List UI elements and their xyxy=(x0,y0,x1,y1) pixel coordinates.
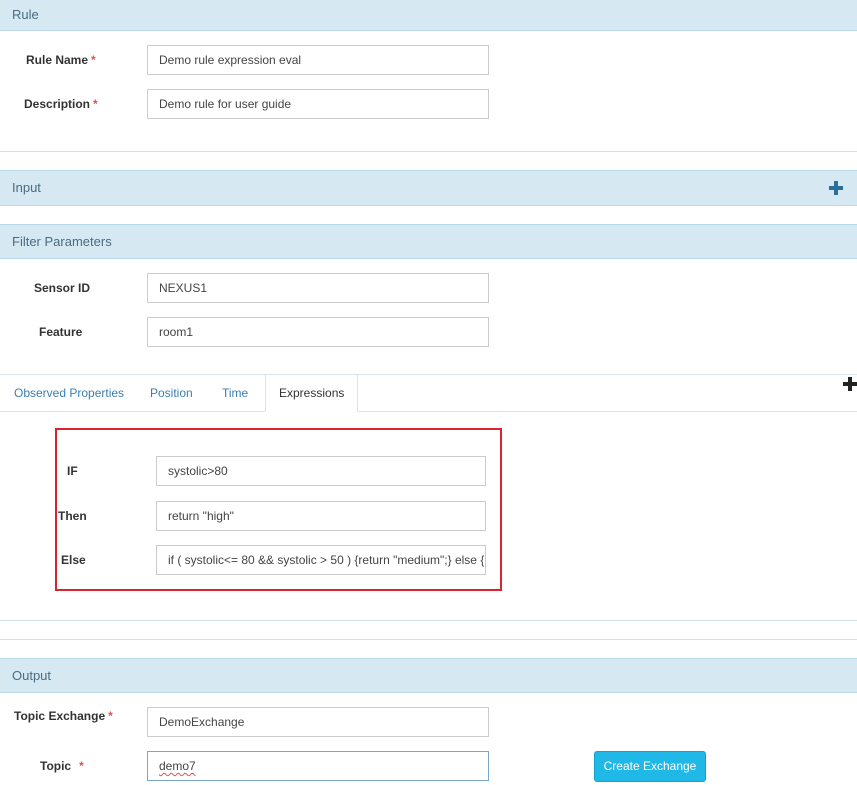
feature-label: Feature xyxy=(39,325,82,339)
output-section-header: Output xyxy=(0,658,857,693)
rule-section-header: Rule xyxy=(0,0,857,31)
rule-name-input[interactable]: Demo rule expression eval xyxy=(147,45,489,75)
then-label: Then xyxy=(58,509,87,523)
required-mark: * xyxy=(91,53,96,67)
topic-input[interactable]: demo7 xyxy=(147,751,489,781)
output-section-title: Output xyxy=(12,668,52,683)
description-label-text: Description xyxy=(24,97,91,111)
sensor-id-value: NEXUS1 xyxy=(159,281,208,295)
plus-icon[interactable] xyxy=(829,181,843,195)
required-mark: * xyxy=(93,97,98,111)
description-label: Description * xyxy=(24,97,98,111)
required-mark: * xyxy=(79,759,84,773)
topic-exchange-input[interactable]: DemoExchange xyxy=(147,707,489,737)
sensor-id-label-text: Sensor ID xyxy=(34,281,91,295)
rule-section-title: Rule xyxy=(12,7,39,22)
rule-name-label: Rule Name * xyxy=(26,53,96,67)
required-mark: * xyxy=(108,709,113,723)
rule-panel-divider xyxy=(0,151,857,152)
rule-name-label-text: Rule Name xyxy=(26,53,89,67)
add-tab-plus-icon[interactable] xyxy=(843,377,857,391)
sensor-id-label: Sensor ID xyxy=(34,281,90,295)
tab-expressions[interactable]: Expressions xyxy=(265,374,359,412)
tab-time[interactable]: Time xyxy=(222,375,248,412)
description-value: Demo rule for user guide xyxy=(159,97,292,111)
then-expression-input[interactable]: return "high" xyxy=(156,501,486,531)
else-expression-value: if ( systolic<= 80 && systolic > 50 ) {r… xyxy=(168,553,485,567)
else-label: Else xyxy=(61,553,86,567)
topic-exchange-value: DemoExchange xyxy=(159,715,245,729)
create-exchange-button[interactable]: Create Exchange xyxy=(594,751,706,782)
topic-label-text: Topic xyxy=(40,759,72,773)
feature-label-text: Feature xyxy=(39,325,83,339)
if-expression-input[interactable]: systolic>80 xyxy=(156,456,486,486)
rule-name-value: Demo rule expression eval xyxy=(159,53,302,67)
then-expression-value: return "high" xyxy=(168,509,234,523)
feature-value: room1 xyxy=(159,325,194,339)
tabs-bar: Observed Properties Position Time Expres… xyxy=(0,374,857,412)
description-input[interactable]: Demo rule for user guide xyxy=(147,89,489,119)
if-expression-value: systolic>80 xyxy=(168,464,228,478)
tab-observed-properties[interactable]: Observed Properties xyxy=(14,375,124,412)
tab-position[interactable]: Position xyxy=(150,375,193,412)
topic-exchange-label: Topic Exchange * xyxy=(14,709,113,723)
else-expression-input[interactable]: if ( systolic<= 80 && systolic > 50 ) {r… xyxy=(156,545,486,575)
topic-label: Topic * xyxy=(40,759,84,773)
topic-exchange-label-text: Topic Exchange xyxy=(14,709,106,723)
if-label: IF xyxy=(67,464,78,478)
topic-value: demo7 xyxy=(159,759,196,773)
feature-input[interactable]: room1 xyxy=(147,317,489,347)
expressions-panel-divider xyxy=(0,620,857,621)
output-panel-top-divider xyxy=(0,639,857,640)
filter-section-title: Filter Parameters xyxy=(12,234,112,249)
sensor-id-input[interactable]: NEXUS1 xyxy=(147,273,489,303)
input-section-title: Input xyxy=(12,180,41,195)
filter-section-header: Filter Parameters xyxy=(0,224,857,259)
input-section-header[interactable]: Input xyxy=(0,170,857,206)
